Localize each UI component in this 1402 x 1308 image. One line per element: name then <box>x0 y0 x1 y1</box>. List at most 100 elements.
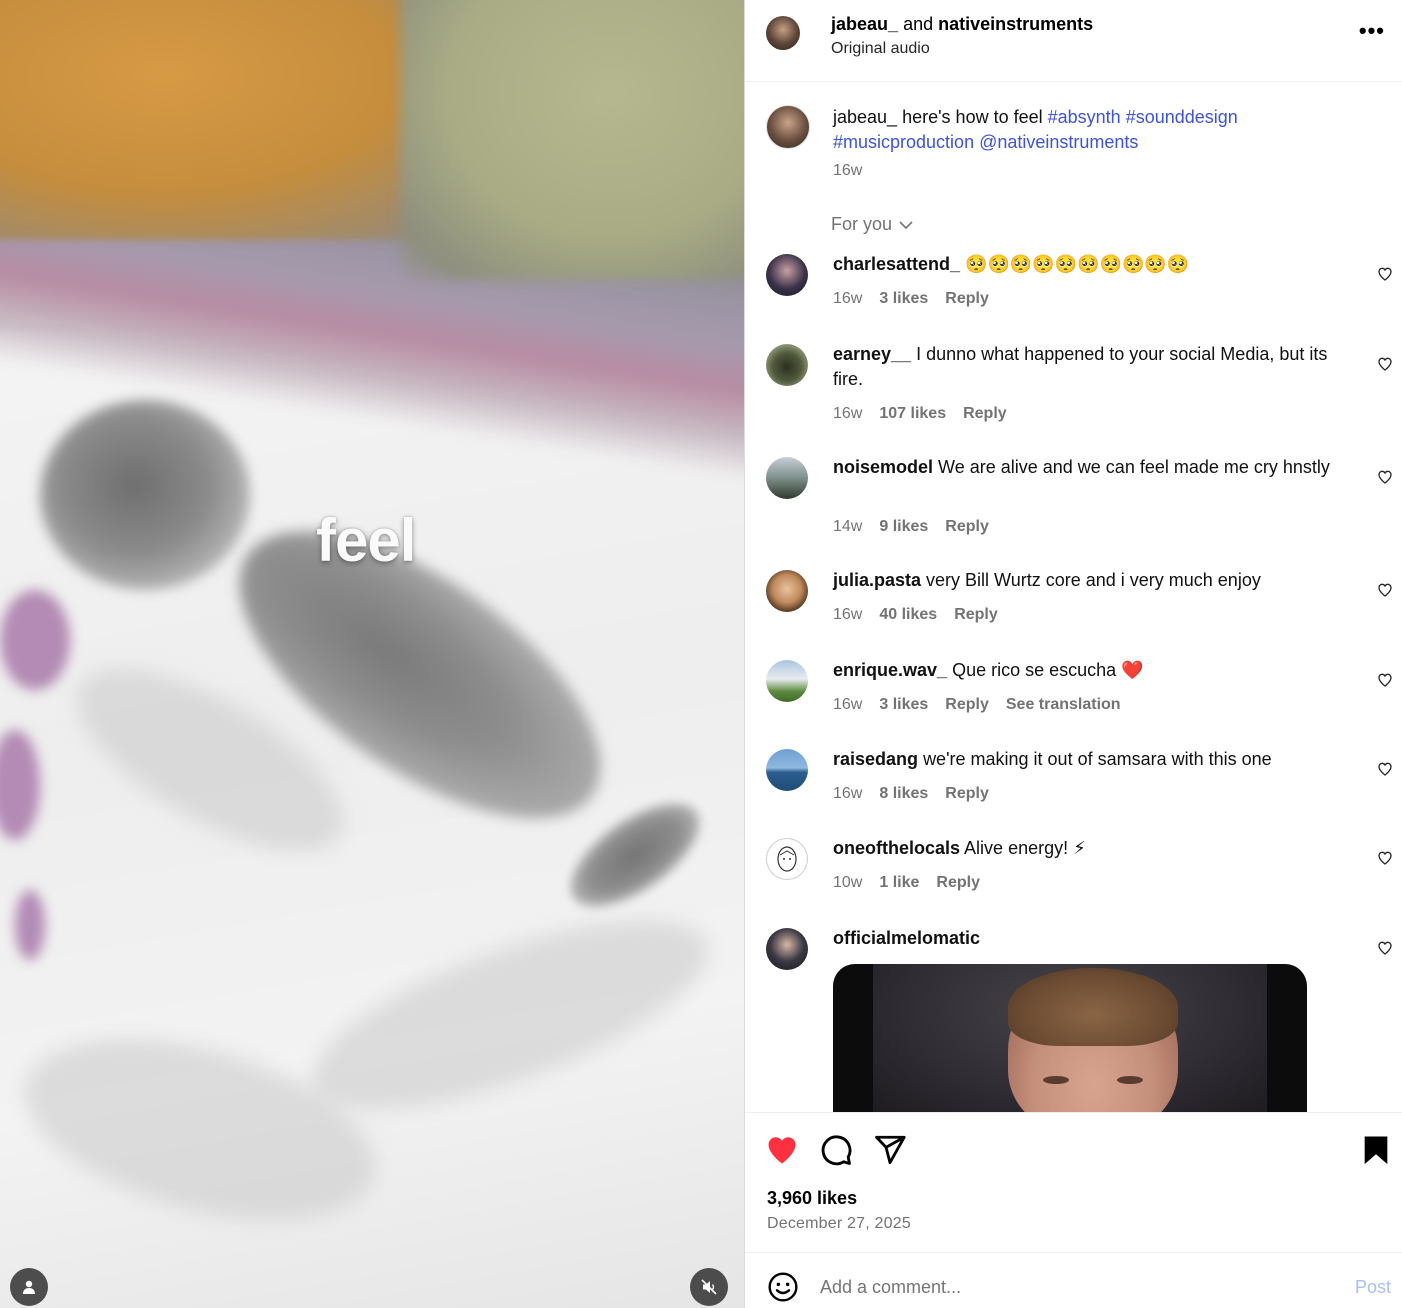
audio-link[interactable]: Original audio <box>831 40 930 58</box>
more-options-button[interactable]: ••• <box>1359 18 1385 44</box>
hashtag-link[interactable]: #sounddesign <box>1126 107 1238 127</box>
commenter-avatar[interactable] <box>766 749 808 791</box>
comment-meta: 14w 9 likes Reply <box>833 518 989 536</box>
commenter-avatar[interactable] <box>766 838 808 880</box>
commenter-avatar[interactable] <box>766 254 808 296</box>
commenter-username[interactable]: charlesattend_ <box>833 254 960 274</box>
reply-button[interactable]: Reply <box>945 518 989 536</box>
reply-button[interactable]: Reply <box>945 290 989 308</box>
comment-text: very Bill Wurtz core and i very much enj… <box>926 570 1261 590</box>
post-comment-button[interactable]: Post <box>1355 1277 1391 1298</box>
comment-meta: 16w 3 likes Reply See translation <box>833 696 1121 714</box>
heart-filled-icon[interactable] <box>765 1133 799 1167</box>
comment-likes[interactable]: 9 likes <box>879 518 928 536</box>
person-icon <box>23 1280 35 1294</box>
comment-time[interactable]: 10w <box>833 874 862 892</box>
likes-count[interactable]: 3,960 likes <box>767 1188 857 1209</box>
comment-time[interactable]: 16w <box>833 785 862 803</box>
add-comment-bar: Post <box>745 1252 1402 1308</box>
comment-time[interactable]: 16w <box>833 405 862 423</box>
reply-button[interactable]: Reply <box>954 606 998 624</box>
author-avatar[interactable] <box>766 16 800 50</box>
mention-link[interactable]: @nativeinstruments <box>979 132 1138 152</box>
heart-outline-icon[interactable] <box>1377 582 1393 598</box>
post-date[interactable]: December 27, 2025 <box>767 1215 911 1233</box>
commenter-avatar[interactable] <box>766 570 808 612</box>
commenter-username[interactable]: oneofthelocals <box>833 838 960 858</box>
video-caption-text: feel <box>316 507 416 574</box>
comment-time[interactable]: 16w <box>833 696 862 714</box>
caption-username[interactable]: jabeau_ <box>833 107 897 127</box>
reply-button[interactable]: Reply <box>945 696 989 714</box>
commenter-avatar[interactable] <box>766 344 808 386</box>
comment-likes[interactable]: 3 likes <box>879 290 928 308</box>
comment-body: julia.pasta very Bill Wurtz core and i v… <box>833 568 1353 593</box>
author-joiner: and <box>903 14 934 34</box>
comment-text: Alive energy! ⚡ <box>964 838 1086 858</box>
post-header: jabeau_ and nativeinstruments Original a… <box>745 0 1402 82</box>
sketch-face-icon <box>777 846 797 872</box>
reply-button[interactable]: Reply <box>963 405 1007 423</box>
commenter-avatar[interactable] <box>766 457 808 499</box>
comment-text: We are alive and we can feel made me cry… <box>938 457 1330 477</box>
commenter-username[interactable]: officialmelomatic <box>833 928 980 948</box>
heart-outline-icon[interactable] <box>1377 672 1393 688</box>
caption-text: here's how to feel <box>902 107 1043 127</box>
comment-sort-dropdown[interactable]: For you <box>831 214 914 235</box>
comment-time[interactable]: 16w <box>833 290 862 308</box>
purple-pattern <box>0 590 70 690</box>
reply-button[interactable]: Reply <box>936 874 980 892</box>
caption-author-avatar[interactable] <box>766 105 810 149</box>
hashtag-link[interactable]: #absynth <box>1048 107 1121 127</box>
commenter-avatar[interactable] <box>766 660 808 702</box>
hashtag-link[interactable]: #musicproduction <box>833 132 974 152</box>
collab-username-link[interactable]: nativeinstruments <box>938 14 1093 34</box>
comment-meta: 16w 3 likes Reply <box>833 290 989 308</box>
comment-body: raisedang we're making it out of samsara… <box>833 747 1353 772</box>
see-translation-button[interactable]: See translation <box>1006 696 1121 714</box>
tagged-people-button[interactable] <box>10 1268 48 1306</box>
author-username-link[interactable]: jabeau_ <box>831 14 898 34</box>
comment-likes[interactable]: 107 likes <box>879 405 946 423</box>
comment-body: charlesattend_ 🥺🥺🥺🥺🥺🥺🥺🥺🥺🥺 <box>833 252 1353 277</box>
post-actions: 3,960 likes December 27, 2025 <box>745 1112 1402 1252</box>
mute-toggle-button[interactable] <box>690 1268 728 1306</box>
commenter-username[interactable]: noisemodel <box>833 457 933 477</box>
comment-body: noisemodel We are alive and we can feel … <box>833 455 1353 480</box>
comment-likes[interactable]: 1 like <box>879 874 919 892</box>
commenter-username[interactable]: earney__ <box>833 344 911 364</box>
comment-time[interactable]: 16w <box>833 606 862 624</box>
comment-gif[interactable] <box>833 964 1307 1112</box>
paper-plane-icon[interactable] <box>873 1133 907 1167</box>
comment-time[interactable]: 14w <box>833 518 862 536</box>
commenter-username[interactable]: julia.pasta <box>833 570 921 590</box>
comment-meta: 10w 1 like Reply <box>833 874 980 892</box>
comment-body: enrique.wav_ Que rico se escucha ❤️ <box>833 658 1353 683</box>
heart-outline-icon[interactable] <box>1377 940 1393 956</box>
caption-timestamp[interactable]: 16w <box>833 162 862 180</box>
gif-eye <box>1117 1076 1143 1084</box>
commenter-username[interactable]: raisedang <box>833 749 918 769</box>
comment-body: officialmelomatic <box>833 926 1353 951</box>
heart-outline-icon[interactable] <box>1377 850 1393 866</box>
comment-likes[interactable]: 3 likes <box>879 696 928 714</box>
comment-likes[interactable]: 40 likes <box>879 606 937 624</box>
smiley-icon[interactable] <box>767 1271 799 1303</box>
comment-likes[interactable]: 8 likes <box>879 785 928 803</box>
comment-bubble-icon[interactable] <box>819 1133 853 1167</box>
comment-input[interactable] <box>820 1277 1300 1298</box>
comment-text: 🥺🥺🥺🥺🥺🥺🥺🥺🥺🥺 <box>965 254 1190 274</box>
reel-video[interactable]: feel <box>0 0 744 1308</box>
heart-outline-icon[interactable] <box>1377 469 1393 485</box>
reply-button[interactable]: Reply <box>945 785 989 803</box>
post-caption: jabeau_ here's how to feel #absynth #sou… <box>833 105 1303 155</box>
commenter-username[interactable]: enrique.wav_ <box>833 660 947 680</box>
heart-outline-icon[interactable] <box>1377 761 1393 777</box>
bookmark-icon[interactable] <box>1359 1133 1393 1167</box>
heart-outline-icon[interactable] <box>1377 356 1393 372</box>
chevron-down-icon <box>899 220 913 229</box>
commenter-avatar[interactable] <box>766 928 808 970</box>
comments-scroll-area[interactable]: jabeau_ here's how to feel #absynth #sou… <box>745 83 1402 1112</box>
comment-meta: 16w 40 likes Reply <box>833 606 998 624</box>
heart-outline-icon[interactable] <box>1377 266 1393 282</box>
